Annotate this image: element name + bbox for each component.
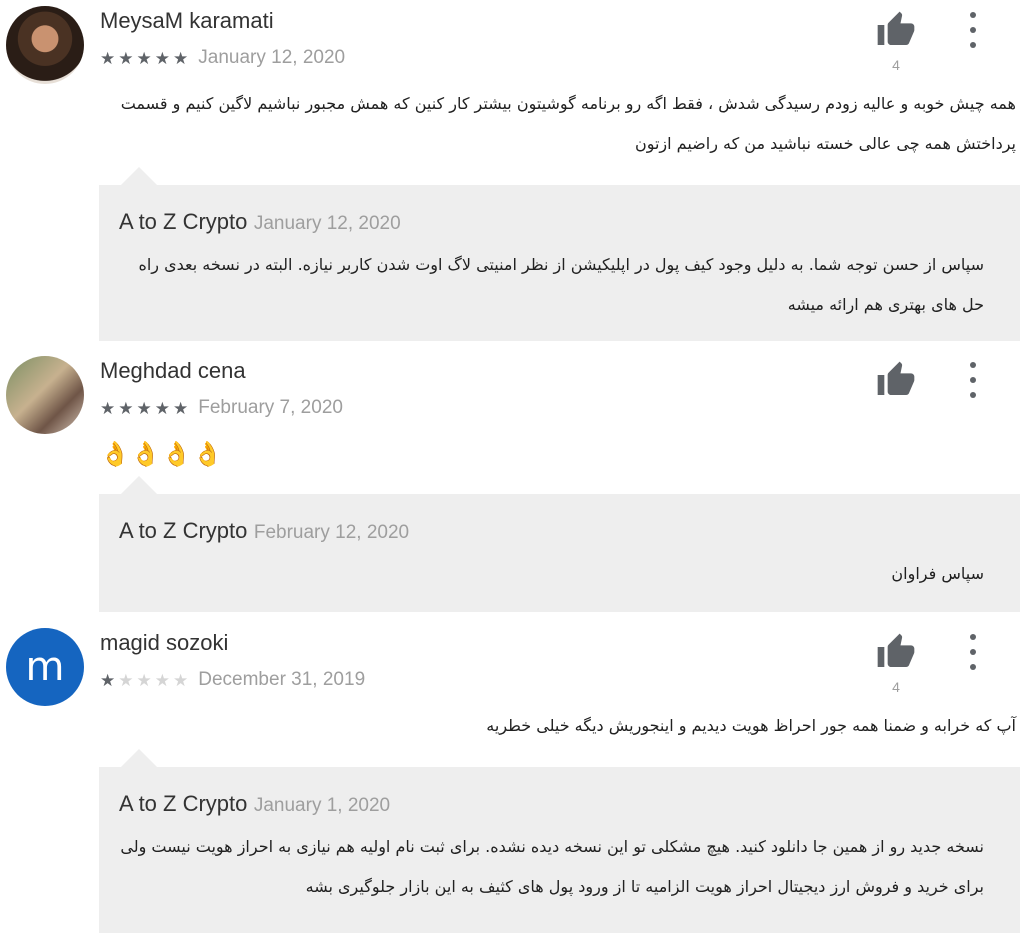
developer-reply: A to Z Crypto January 12, 2020 سپاس از ح…	[99, 167, 1020, 341]
more-options-icon[interactable]	[960, 362, 986, 398]
star-full-icon: ★	[154, 48, 170, 68]
reply-text: سپاس فراوان	[891, 564, 984, 583]
star-full-icon: ★	[100, 398, 116, 418]
star-full-icon: ★	[118, 48, 134, 68]
review-date: January 12, 2020	[198, 47, 346, 68]
thumbs-up-icon[interactable]	[874, 632, 918, 672]
avatar[interactable]	[6, 6, 84, 84]
review-text: 👌👌👌👌	[100, 440, 224, 468]
star-empty-icon: ★	[136, 670, 152, 690]
reply-date: February 12, 2020	[253, 522, 410, 543]
review-meta: ★ ★ ★ ★ ★ January 12, 2020	[100, 47, 345, 69]
review-text: همه چیش خوبه و عالیه زودم رسیدگی شدش ، ف…	[120, 94, 1016, 153]
star-full-icon: ★	[173, 48, 189, 68]
more-options-icon[interactable]	[960, 12, 986, 48]
reply-header: A to Z Crypto January 1, 2020	[119, 791, 390, 817]
rating-stars: ★ ★ ★ ★ ★	[100, 50, 188, 67]
star-full-icon: ★	[118, 398, 134, 418]
star-full-icon: ★	[154, 398, 170, 418]
reply-text: سپاس از حسن توجه شما. به دلیل وجود کیف پ…	[138, 255, 984, 314]
review-item: Meghdad cena ★ ★ ★ ★ ★ February 7, 2020 …	[0, 350, 1024, 620]
helpful-count: 4	[892, 679, 900, 695]
review-text: آپ که خرابه و ضمنا همه جور احراظ هویت دی…	[486, 716, 1016, 735]
avatar[interactable]: m	[6, 628, 84, 706]
review-meta: ★ ★ ★ ★ ★ December 31, 2019	[100, 669, 365, 691]
review-item: m magid sozoki ★ ★ ★ ★ ★ December 31, 20…	[0, 622, 1024, 933]
star-empty-icon: ★	[173, 670, 189, 690]
star-full-icon: ★	[100, 48, 116, 68]
review-author[interactable]: Meghdad cena	[100, 358, 246, 384]
developer-name: A to Z Crypto	[119, 518, 248, 543]
developer-name: A to Z Crypto	[119, 209, 248, 234]
helpful-count: 4	[892, 57, 900, 73]
rating-stars: ★ ★ ★ ★ ★	[100, 672, 188, 689]
developer-name: A to Z Crypto	[119, 791, 248, 816]
reply-date: January 1, 2020	[253, 795, 391, 816]
star-empty-icon: ★	[154, 670, 170, 690]
thumbs-up-icon[interactable]	[874, 10, 918, 50]
rating-stars: ★ ★ ★ ★ ★	[100, 400, 188, 417]
reply-text: نسخه جدید رو از همین جا دانلود کنید. هیچ…	[120, 837, 984, 896]
review-item: MeysaM karamati ★ ★ ★ ★ ★ January 12, 20…	[0, 0, 1024, 345]
review-author[interactable]: MeysaM karamati	[100, 8, 274, 34]
star-full-icon: ★	[100, 670, 116, 690]
reply-date: January 12, 2020	[253, 213, 401, 234]
developer-reply: A to Z Crypto January 1, 2020 نسخه جدید …	[99, 749, 1020, 933]
thumbs-up-icon[interactable]	[874, 360, 918, 400]
star-full-icon: ★	[136, 398, 152, 418]
review-date: December 31, 2019	[198, 669, 366, 690]
star-full-icon: ★	[136, 48, 152, 68]
star-empty-icon: ★	[118, 670, 134, 690]
review-date: February 7, 2020	[198, 397, 343, 418]
review-meta: ★ ★ ★ ★ ★ February 7, 2020	[100, 397, 343, 419]
avatar[interactable]	[6, 356, 84, 434]
developer-reply: A to Z Crypto February 12, 2020 سپاس فرا…	[99, 476, 1020, 612]
reply-header: A to Z Crypto February 12, 2020	[119, 518, 409, 544]
reply-header: A to Z Crypto January 12, 2020	[119, 209, 401, 235]
review-author[interactable]: magid sozoki	[100, 630, 228, 656]
star-full-icon: ★	[173, 398, 189, 418]
more-options-icon[interactable]	[960, 634, 986, 670]
